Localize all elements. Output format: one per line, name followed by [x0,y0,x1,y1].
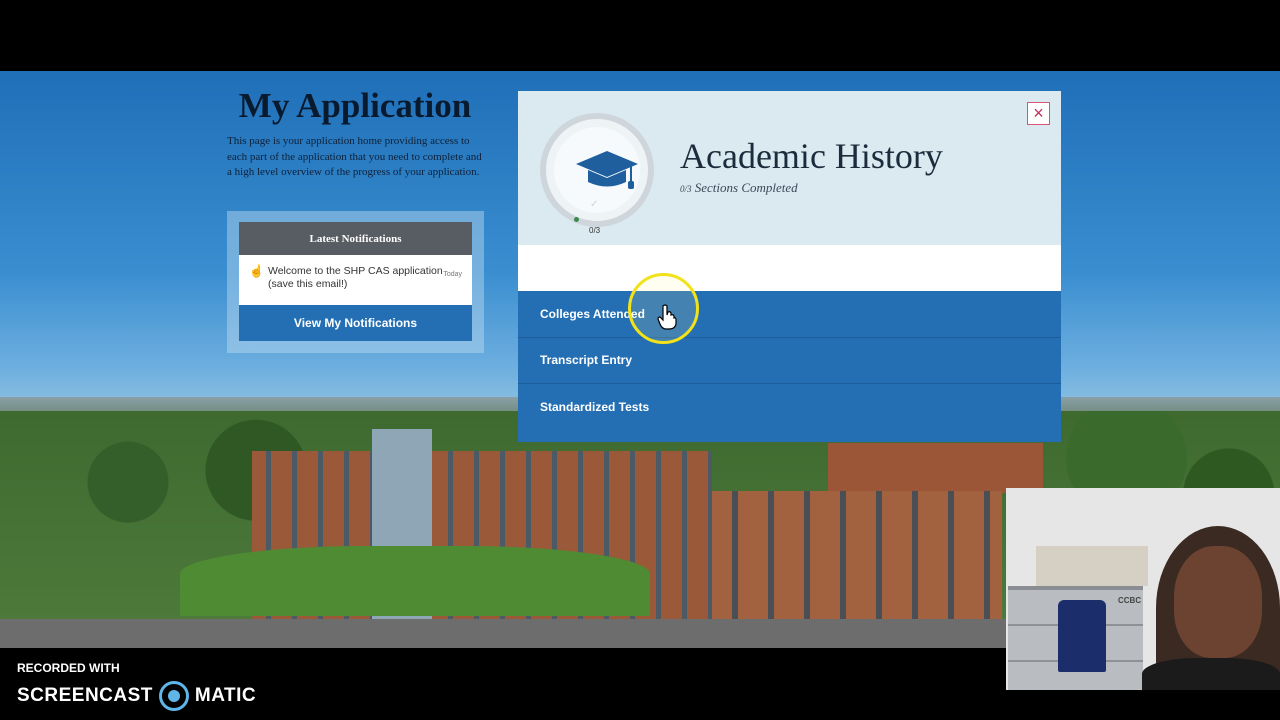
webcam-overlay: CCBC [1006,488,1280,690]
close-button[interactable]: × [1027,102,1050,125]
building-back [828,443,1043,493]
progress-fraction-label: 0/3 [589,226,601,235]
academic-history-modal: ✓ 0/3 Academic History 0/3 Sections Comp… [518,91,1061,442]
watermark-recorded-with: RECORDED WITH [17,661,120,675]
presenter-shirt [1142,658,1280,690]
modal-title: Academic History [680,136,943,176]
progress-indicator-dot [574,217,579,222]
notifications-panel: Latest Notifications ☝ Welcome to the SH… [227,211,484,353]
section-item-colleges-attended[interactable]: Colleges Attended [518,291,1061,338]
sections-completed-count: 0/3 [680,184,692,194]
progress-ring: ✓ [540,113,654,227]
lawn [180,546,650,616]
watermark-brand: SCREENCAST MATIC [17,681,256,711]
watermark-brand-right: MATIC [194,685,257,706]
graduation-cap-icon [576,151,638,189]
notification-item[interactable]: ☝ Welcome to the SHP CAS application (sa… [239,255,472,305]
notification-text: Welcome to the SHP CAS application (save… [268,265,443,290]
tote-bag [1058,600,1106,672]
hand-pointer-icon [657,304,677,330]
screencast-matic-logo-icon [158,681,189,711]
section-item-standardized-tests[interactable]: Standardized Tests [518,384,1061,431]
application-intro: My Application This page is your applica… [227,86,487,181]
sections-completed-label: Sections Completed [694,180,798,195]
building-wing [712,491,1002,621]
notifications-card: Latest Notifications ☝ Welcome to the SH… [239,222,472,341]
page-title: My Application [238,86,472,125]
view-notifications-button[interactable]: View My Notifications [239,305,472,341]
notification-time: Today [443,271,462,278]
presenter-face [1174,546,1262,658]
video-top-letterbox [0,0,1280,71]
modal-spacer [518,245,1061,291]
section-item-transcript-entry[interactable]: Transcript Entry [518,338,1061,384]
notifications-header: Latest Notifications [239,222,472,255]
shelf-items [1036,546,1148,586]
hand-wave-icon: ☝ [249,264,264,278]
check-icon: ✓ [590,199,599,210]
close-icon: × [1033,103,1044,123]
progress-ring-inner: ✓ [554,127,640,213]
watermark-brand-left: SCREENCAST [17,685,153,706]
bag-label: CCBC [1118,596,1142,605]
modal-header: ✓ 0/3 Academic History 0/3 Sections Comp… [518,91,1061,245]
page-description: This page is your application home provi… [227,135,482,178]
sections-completed-subtitle: 0/3 Sections Completed [680,180,798,196]
section-list: Colleges Attended Transcript Entry Stand… [518,291,1061,442]
